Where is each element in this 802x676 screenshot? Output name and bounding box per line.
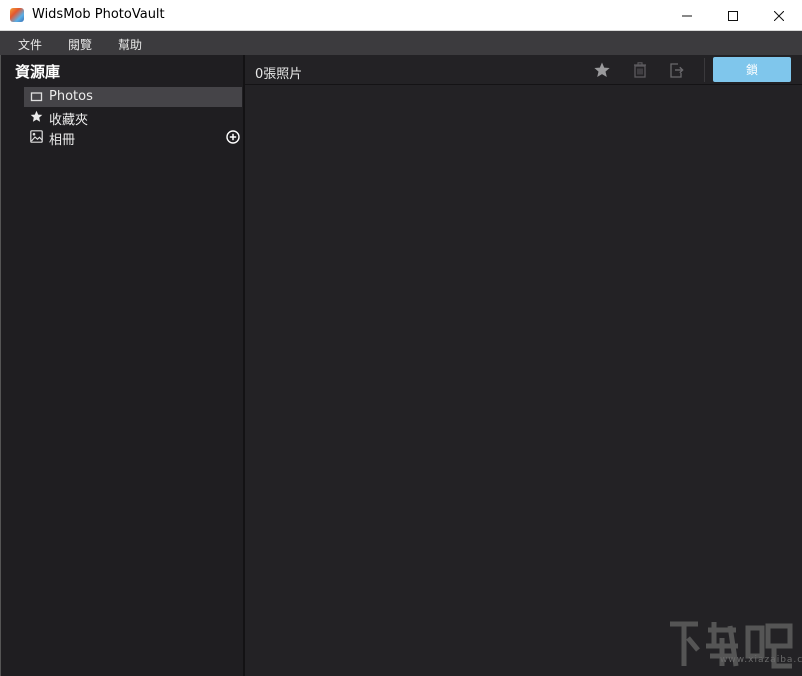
library-sidebar: 資源庫 Photos 收藏夾 相冊 — [0, 55, 243, 676]
photo-frame-icon — [30, 90, 43, 103]
sidebar-item-favorites[interactable]: 收藏夾 — [24, 107, 242, 127]
sidebar-item-photos[interactable]: Photos — [24, 87, 242, 107]
sidebar-item-albums[interactable]: 相冊 — [24, 127, 242, 147]
toolbar-separator — [704, 58, 705, 82]
maximize-button[interactable] — [710, 0, 756, 31]
menu-help[interactable]: 幫助 — [118, 36, 142, 53]
export-icon[interactable] — [667, 61, 685, 79]
photo-count: 0張照片 — [255, 63, 302, 82]
sidebar-title: 資源庫 — [15, 61, 60, 82]
content-toolbar: 0張照片 鎖 — [245, 55, 802, 85]
sidebar-item-label: 收藏夾 — [49, 109, 88, 128]
add-album-icon[interactable] — [226, 130, 240, 144]
maximize-icon — [728, 11, 738, 21]
star-icon — [30, 110, 43, 123]
title-bar: WidsMob PhotoVault — [0, 0, 802, 31]
trash-icon[interactable] — [631, 61, 649, 79]
sidebar-item-label: 相冊 — [49, 129, 75, 148]
menu-view[interactable]: 閱覽 — [68, 36, 92, 53]
close-button[interactable] — [756, 0, 802, 31]
sidebar-item-label: Photos — [49, 89, 93, 104]
album-image-icon — [30, 130, 43, 143]
star-icon[interactable] — [593, 61, 611, 79]
minimize-button[interactable] — [664, 0, 710, 31]
minimize-icon — [682, 11, 692, 21]
window-title: WidsMob PhotoVault — [32, 7, 165, 22]
photo-grid-area[interactable] — [245, 86, 802, 676]
lock-button-label: 鎖 — [746, 61, 758, 78]
menu-bar: 文件 閱覽 幫助 — [0, 31, 802, 55]
app-logo-icon — [10, 8, 24, 22]
watermark-url: www.xiazaiba.com — [720, 655, 802, 665]
close-icon — [774, 11, 784, 21]
lock-button[interactable]: 鎖 — [713, 57, 791, 82]
watermark-logo — [666, 616, 796, 674]
menu-file[interactable]: 文件 — [18, 36, 42, 53]
